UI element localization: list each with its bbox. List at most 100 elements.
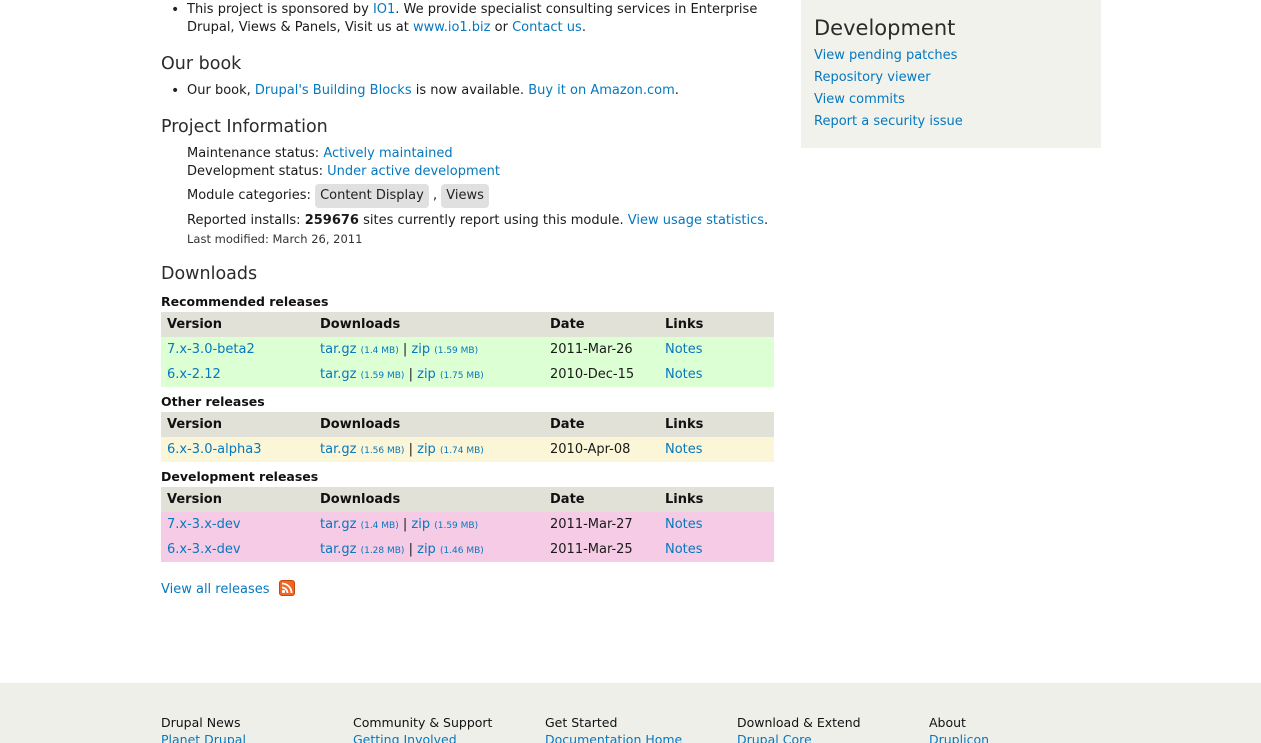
book-text: . — [674, 83, 679, 98]
table-row: 6.x-2.12 tar.gz (1.59 MB) | zip (1.75 MB… — [161, 362, 774, 387]
zip-size: (1.74 MB) — [439, 446, 484, 456]
footer-link[interactable]: Documentation Home — [545, 732, 682, 743]
contact-us-link[interactable]: Contact us — [512, 20, 582, 35]
sidebar-link-pending-patches[interactable]: View pending patches — [814, 48, 957, 63]
book-heading: Our book — [161, 54, 242, 74]
column-header: Downloads — [314, 312, 544, 337]
column-header: Version — [161, 487, 314, 512]
footer-link[interactable]: Getting Involved — [353, 732, 457, 743]
development-sidebar: Development View pending patches Reposit… — [801, 0, 1101, 148]
footer-link[interactable]: Planet Drupal — [161, 732, 246, 743]
sponsor-text: . — [581, 20, 586, 35]
sidebar-link-security-issue[interactable]: Report a security issue — [814, 114, 963, 129]
release-date: 2011-Mar-26 — [544, 337, 659, 362]
installs-end: . — [764, 213, 769, 228]
footer-link[interactable]: Drupal Core — [737, 732, 812, 743]
column-header: Downloads — [314, 412, 544, 437]
development-status: Development status: Under active develop… — [187, 163, 787, 181]
table-row: 7.x-3.0-beta2 tar.gz (1.4 MB) | zip (1.5… — [161, 337, 774, 362]
tar-size: (1.59 MB) — [360, 371, 405, 381]
view-all-releases-link[interactable]: View all releases — [161, 582, 269, 597]
book-text: is now available. — [411, 83, 529, 98]
tar-label: tar.gz — [320, 367, 357, 382]
column-header: Links — [659, 487, 774, 512]
column-header: Downloads — [314, 487, 544, 512]
release-date: 2010-Dec-15 — [544, 362, 659, 387]
recommended-releases-title: Recommended releases — [161, 294, 329, 309]
category-tag-views[interactable]: Views — [441, 184, 489, 208]
sidebar-heading: Development — [814, 16, 956, 40]
sponsor-text: . We provide specialist consulting servi… — [395, 2, 758, 17]
amazon-link[interactable]: Buy it on Amazon.com — [528, 83, 675, 98]
category-tag-content-display[interactable]: Content Display — [315, 184, 429, 208]
zip-download-link[interactable]: zip (1.59 MB) — [411, 517, 478, 532]
release-date: 2011-Mar-27 — [544, 512, 659, 537]
io1-link[interactable]: IO1 — [373, 2, 395, 17]
zip-label: zip — [411, 342, 431, 357]
release-version-link[interactable]: 6.x-3.x-dev — [167, 542, 241, 557]
rss-feed-icon[interactable] — [279, 580, 295, 596]
column-header: Date — [544, 312, 659, 337]
footer-column-title: About — [929, 715, 966, 730]
tar-size: (1.56 MB) — [360, 446, 405, 456]
categories-separator: , — [428, 188, 438, 203]
downloads-heading: Downloads — [161, 264, 258, 284]
tar-download-link[interactable]: tar.gz (1.28 MB) — [320, 542, 404, 557]
reported-installs: Reported installs: 259676 sites currentl… — [187, 212, 787, 230]
tar-label: tar.gz — [320, 517, 357, 532]
release-version-link[interactable]: 6.x-2.12 — [167, 367, 221, 382]
zip-label: zip — [417, 367, 436, 382]
table-header-row: Version Downloads Date Links — [161, 487, 774, 512]
io1-site-link[interactable]: www.io1.biz — [413, 20, 491, 35]
zip-size: (1.75 MB) — [439, 371, 484, 381]
book-item: Our book, Drupal's Building Blocks is no… — [161, 82, 781, 100]
other-releases-title: Other releases — [161, 394, 265, 409]
sidebar-link-view-commits[interactable]: View commits — [814, 92, 905, 107]
last-modified: Last modified: March 26, 2011 — [187, 232, 363, 246]
zip-download-link[interactable]: zip (1.74 MB) — [417, 442, 484, 457]
zip-size: (1.59 MB) — [434, 346, 479, 356]
column-header: Version — [161, 312, 314, 337]
release-version-link[interactable]: 7.x-3.x-dev — [167, 517, 241, 532]
zip-size: (1.59 MB) — [434, 521, 479, 531]
release-version-link[interactable]: 6.x-3.0-alpha3 — [167, 442, 261, 457]
sidebar-link-repository-viewer[interactable]: Repository viewer — [814, 70, 931, 85]
tar-download-link[interactable]: tar.gz (1.59 MB) — [320, 367, 404, 382]
tar-size: (1.4 MB) — [360, 521, 399, 531]
footer-link[interactable]: Druplicon — [929, 732, 989, 743]
zip-download-link[interactable]: zip (1.59 MB) — [411, 342, 478, 357]
maintenance-status: Maintenance status: Actively maintained — [187, 145, 787, 163]
zip-download-link[interactable]: zip (1.46 MB) — [417, 542, 484, 557]
tar-download-link[interactable]: tar.gz (1.56 MB) — [320, 442, 404, 457]
table-header-row: Version Downloads Date Links — [161, 412, 774, 437]
table-row: 6.x-3.x-dev tar.gz (1.28 MB) | zip (1.46… — [161, 537, 774, 562]
tar-label: tar.gz — [320, 442, 357, 457]
maintenance-value-link[interactable]: Actively maintained — [323, 146, 452, 161]
release-notes-link[interactable]: Notes — [665, 342, 703, 357]
recommended-releases-table: Version Downloads Date Links 7.x-3.0-bet… — [161, 312, 774, 387]
release-notes-link[interactable]: Notes — [665, 517, 703, 532]
tar-size: (1.4 MB) — [360, 346, 399, 356]
tar-size: (1.28 MB) — [360, 546, 405, 556]
footer-column-title: Get Started — [545, 715, 618, 730]
footer-column: Get Started Documentation Home — [545, 714, 682, 743]
development-releases-title: Development releases — [161, 469, 319, 484]
project-info-heading: Project Information — [161, 117, 328, 137]
tar-download-link[interactable]: tar.gz (1.4 MB) — [320, 342, 399, 357]
release-version-link[interactable]: 7.x-3.0-beta2 — [167, 342, 255, 357]
release-notes-link[interactable]: Notes — [665, 542, 703, 557]
book-title-link[interactable]: Drupal's Building Blocks — [255, 83, 412, 98]
column-header: Links — [659, 412, 774, 437]
download-separator: | — [402, 517, 408, 532]
table-header-row: Version Downloads Date Links — [161, 312, 774, 337]
footer-column: About Druplicon — [929, 714, 989, 743]
tar-download-link[interactable]: tar.gz (1.4 MB) — [320, 517, 399, 532]
column-header: Date — [544, 412, 659, 437]
release-notes-link[interactable]: Notes — [665, 442, 703, 457]
release-notes-link[interactable]: Notes — [665, 367, 703, 382]
tar-label: tar.gz — [320, 342, 357, 357]
zip-label: zip — [411, 517, 431, 532]
zip-download-link[interactable]: zip (1.75 MB) — [417, 367, 484, 382]
usage-statistics-link[interactable]: View usage statistics — [628, 213, 764, 228]
development-value-link[interactable]: Under active development — [327, 164, 500, 179]
